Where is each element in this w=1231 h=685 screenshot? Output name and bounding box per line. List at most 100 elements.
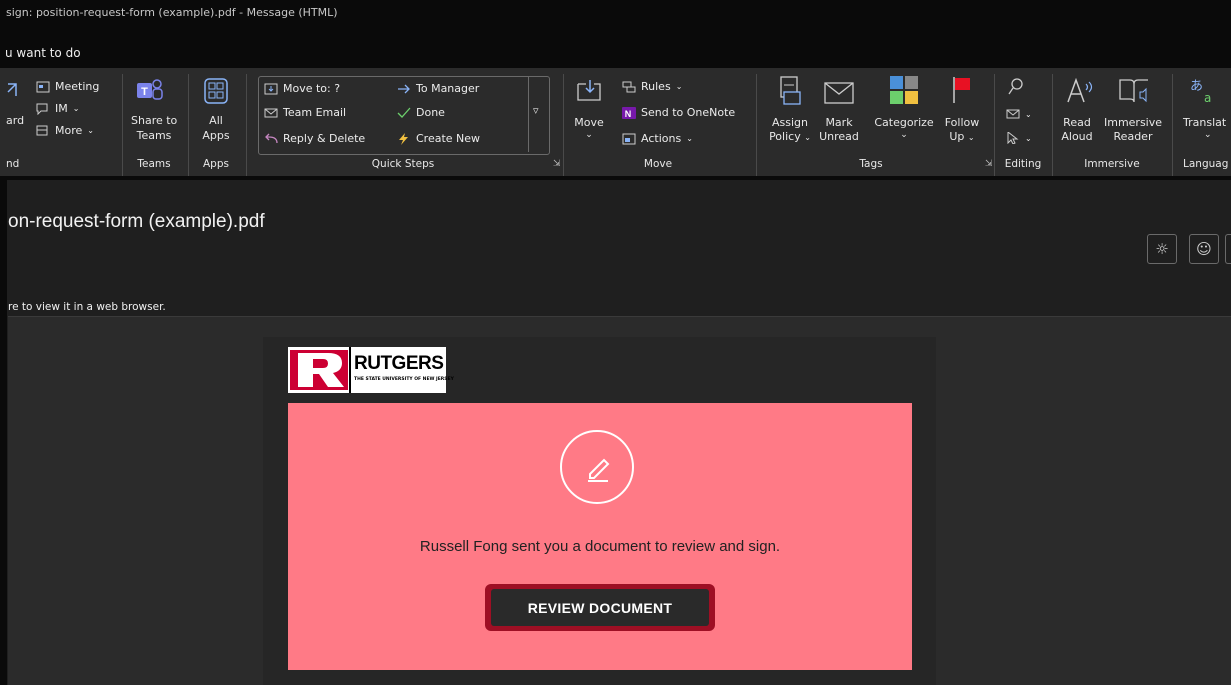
lightning-icon bbox=[399, 132, 408, 145]
quick-step-label: To Manager bbox=[416, 82, 480, 95]
translate-icon[interactable]: あa bbox=[1190, 78, 1220, 104]
move-to-icon bbox=[264, 83, 278, 94]
translate-label[interactable]: Translat bbox=[1183, 116, 1226, 129]
cursor-icon bbox=[1007, 132, 1019, 144]
categorize-icon[interactable] bbox=[890, 76, 918, 104]
dialog-launcher-icon[interactable]: ⇲ bbox=[985, 159, 993, 169]
checkmark-icon bbox=[397, 107, 411, 118]
share-to-teams-label-1[interactable]: Share to bbox=[131, 114, 177, 127]
all-apps-label-1[interactable]: All bbox=[196, 114, 236, 127]
quick-step-create-new[interactable]: Create New bbox=[397, 132, 480, 145]
rules-button[interactable]: Rules ⌄ bbox=[622, 80, 682, 93]
info-bar[interactable]: re to view it in a web browser. bbox=[8, 301, 166, 313]
tell-me-bar[interactable]: u want to do bbox=[0, 36, 1231, 68]
brightness-button[interactable]: ☼ bbox=[1147, 234, 1177, 264]
chevron-down-icon: ⌄ bbox=[1025, 109, 1032, 119]
dialog-launcher-icon[interactable]: ⇲ bbox=[553, 159, 561, 169]
read-aloud-label-2[interactable]: Aloud bbox=[1058, 130, 1096, 143]
related-button[interactable]: ⌄ bbox=[1006, 108, 1032, 120]
immersive-reader-label-2[interactable]: Reader bbox=[1102, 130, 1164, 143]
mark-unread-label-2[interactable]: Unread bbox=[818, 130, 860, 143]
flag-icon[interactable] bbox=[952, 76, 972, 104]
quick-step-label: Done bbox=[416, 106, 445, 119]
send-to-onenote-button[interactable]: N Send to OneNote bbox=[622, 106, 735, 119]
teams-icon[interactable]: T bbox=[136, 78, 164, 104]
review-document-button[interactable]: REVIEW DOCUMENT bbox=[491, 589, 709, 626]
quick-step-label: Reply & Delete bbox=[283, 132, 366, 145]
categorize-label[interactable]: Categorize bbox=[870, 116, 938, 129]
group-label-quick-steps: Quick Steps bbox=[371, 158, 435, 170]
assign-policy-icon[interactable] bbox=[778, 76, 802, 106]
forward-icon[interactable] bbox=[6, 82, 18, 104]
tell-me-text[interactable]: u want to do bbox=[5, 46, 81, 60]
quick-step-label: Team Email bbox=[283, 106, 347, 119]
svg-text:a: a bbox=[1204, 91, 1211, 104]
arrow-right-icon bbox=[398, 84, 410, 93]
emoji-button[interactable]: ☺ bbox=[1189, 234, 1219, 264]
group-label-editing: Editing bbox=[1004, 158, 1042, 170]
separator bbox=[122, 74, 123, 178]
read-aloud-label-1[interactable]: Read bbox=[1058, 116, 1096, 129]
chevron-down-icon: ⌄ bbox=[686, 134, 693, 143]
assign-policy-label-2[interactable]: Policy ⌄ bbox=[765, 130, 815, 143]
group-label-respond: nd bbox=[6, 158, 20, 170]
all-apps-label-2[interactable]: Apps bbox=[196, 129, 236, 142]
move-icon[interactable] bbox=[576, 78, 602, 104]
quick-step-team-email[interactable]: Team Email bbox=[264, 106, 346, 119]
email-message: Russell Fong sent you a document to revi… bbox=[419, 538, 781, 555]
chevron-down-icon: ⌄ bbox=[72, 104, 80, 113]
separator bbox=[756, 74, 757, 178]
chevron-down-icon: ⌄ bbox=[675, 82, 683, 91]
actions-button[interactable]: Actions ⌄ bbox=[622, 132, 693, 145]
separator bbox=[188, 74, 189, 178]
chevron-down-icon: ⌄ bbox=[87, 126, 94, 135]
window-title: sign: position-request-form (example).pd… bbox=[6, 6, 338, 19]
assign-policy-label-1[interactable]: Assign bbox=[765, 116, 815, 129]
move-label[interactable]: Move bbox=[569, 116, 609, 129]
rules-label: Rules bbox=[641, 80, 671, 93]
mark-unread-icon[interactable] bbox=[824, 82, 854, 104]
reply-icon bbox=[265, 133, 278, 143]
quick-step-to-manager[interactable]: To Manager bbox=[397, 82, 479, 95]
logo-r-block bbox=[290, 350, 348, 390]
chevron-down-icon[interactable]: ⌄ bbox=[569, 130, 609, 140]
forward-label[interactable]: ard bbox=[6, 114, 24, 127]
quick-step-label: Move to: ? bbox=[283, 82, 341, 95]
actions-label: Actions bbox=[641, 132, 682, 145]
more-gallery-icon[interactable]: ▿ bbox=[533, 104, 539, 117]
im-button[interactable]: IM ⌄ bbox=[36, 102, 79, 115]
im-icon bbox=[36, 103, 48, 115]
share-to-teams-label-2[interactable]: Teams bbox=[131, 129, 177, 142]
read-aloud-icon[interactable] bbox=[1066, 78, 1094, 104]
more-actions-button[interactable] bbox=[1225, 234, 1231, 264]
more-button[interactable]: More ⌄ bbox=[36, 124, 94, 137]
mail-icon bbox=[264, 108, 278, 117]
logo-tagline: THE STATE UNIVERSITY OF NEW JERSEY bbox=[354, 377, 454, 382]
follow-up-label-2[interactable]: Up ⌄ bbox=[940, 130, 984, 143]
quick-step-reply-delete[interactable]: Reply & Delete bbox=[264, 132, 365, 145]
group-label-apps: Apps bbox=[203, 158, 229, 170]
r-letter-icon bbox=[298, 353, 344, 387]
group-label-move: Move bbox=[643, 158, 673, 170]
left-edge bbox=[0, 176, 7, 685]
select-button[interactable]: ⌄ bbox=[1006, 132, 1032, 144]
meeting-button[interactable]: Meeting bbox=[36, 80, 99, 93]
immersive-reader-label-1[interactable]: Immersive bbox=[1102, 116, 1164, 129]
chevron-down-icon[interactable]: ⌄ bbox=[870, 130, 938, 140]
ribbon-bottom-edge bbox=[0, 176, 1231, 180]
onenote-label: Send to OneNote bbox=[641, 106, 736, 119]
all-apps-icon[interactable] bbox=[204, 78, 228, 104]
search-icon[interactable] bbox=[1008, 78, 1024, 96]
immersive-reader-icon[interactable] bbox=[1118, 78, 1150, 104]
quick-step-label: Create New bbox=[416, 132, 481, 145]
more-icon bbox=[36, 125, 48, 135]
more-label: More bbox=[55, 124, 83, 137]
quick-step-done[interactable]: Done bbox=[397, 106, 445, 119]
separator bbox=[1052, 74, 1053, 178]
svg-text:N: N bbox=[625, 109, 632, 119]
mark-unread-label-1[interactable]: Mark bbox=[818, 116, 860, 129]
chevron-down-icon[interactable]: ⌄ bbox=[1204, 130, 1212, 140]
quick-step-move-to[interactable]: Move to: ? bbox=[264, 82, 340, 95]
follow-up-label-1[interactable]: Follow bbox=[940, 116, 984, 129]
logo-divider bbox=[349, 347, 351, 393]
